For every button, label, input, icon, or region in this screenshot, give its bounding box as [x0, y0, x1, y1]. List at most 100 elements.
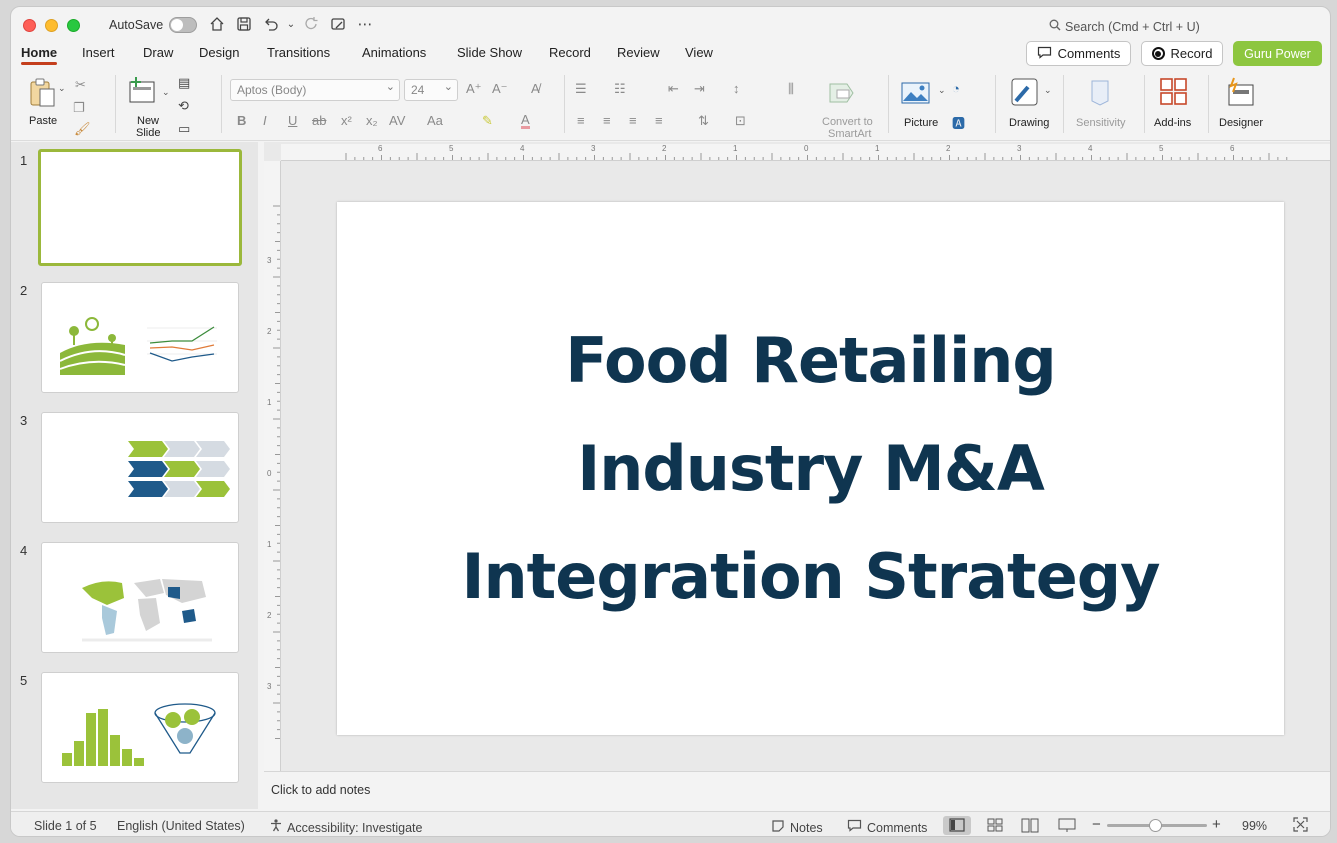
save-icon[interactable]	[235, 16, 253, 34]
reading-view-button[interactable]	[1016, 816, 1044, 835]
designer-icon[interactable]	[1225, 77, 1255, 107]
ruler-label: 4	[1088, 144, 1093, 153]
record-label: Record	[1170, 46, 1213, 61]
tab-draw[interactable]: Draw	[143, 45, 173, 60]
close-window-button[interactable]	[23, 19, 36, 32]
ruler-label: 1	[267, 540, 272, 549]
autosave-toggle[interactable]	[169, 17, 197, 33]
accessibility-status[interactable]: Accessibility: Investigate	[269, 819, 422, 835]
slideshow-button[interactable]	[1053, 816, 1081, 835]
picture-dropdown-icon[interactable]: ⌄	[938, 85, 946, 96]
new-slide-icon[interactable]	[128, 77, 158, 105]
zoom-slider-handle[interactable]	[1149, 819, 1162, 832]
character-spacing-icon: AV	[389, 113, 406, 128]
notes-icon	[771, 819, 785, 835]
tab-slide-show[interactable]: Slide Show	[457, 45, 522, 60]
search-box[interactable]: Search (Cmd + Ctrl + U)	[1049, 19, 1200, 34]
tab-home[interactable]: Home	[21, 45, 58, 65]
tab-insert[interactable]: Insert	[82, 45, 115, 60]
align-left-icon: ≡	[577, 113, 585, 128]
notes-toggle[interactable]: Notes	[771, 819, 823, 835]
shapes-icon[interactable]: ◔	[952, 81, 960, 96]
zoom-level[interactable]: 99%	[1242, 819, 1267, 833]
more-icon[interactable]: ⋯	[356, 16, 374, 34]
reset-icon[interactable]: ⟲	[178, 98, 189, 114]
subscript-icon: x₂	[366, 113, 378, 128]
line-spacing-icon: ↕	[733, 81, 740, 96]
fit-to-window-icon[interactable]	[1293, 817, 1308, 835]
ruler-label: 5	[449, 144, 454, 153]
slide-thumbnail-4[interactable]	[41, 542, 239, 653]
paste-icon[interactable]	[25, 77, 61, 109]
slide-number: 1	[20, 153, 28, 168]
search-icon	[1049, 19, 1061, 34]
zoom-in-icon[interactable]: +	[1212, 816, 1221, 833]
section-icon[interactable]: ▭	[178, 121, 190, 137]
search-placeholder: Search (Cmd + Ctrl + U)	[1065, 20, 1200, 34]
comments-status-label: Comments	[867, 821, 928, 835]
ruler-label: 2	[946, 144, 951, 153]
ruler-label: 0	[267, 469, 272, 478]
minimize-window-button[interactable]	[45, 19, 58, 32]
slide-number: 2	[20, 283, 28, 298]
increase-font-icon: A⁺	[466, 81, 482, 96]
tab-design[interactable]: Design	[199, 45, 239, 60]
undo-dropdown-icon[interactable]: ⌄	[282, 16, 300, 34]
font-size-combo[interactable]: 24	[404, 79, 458, 101]
ruler-label: 4	[520, 144, 525, 153]
present-icon[interactable]	[329, 16, 347, 34]
addins-icon[interactable]	[1159, 77, 1189, 107]
tab-record[interactable]: Record	[549, 45, 591, 60]
comments-label: Comments	[1057, 46, 1121, 61]
cut-icon: ✂	[75, 77, 86, 92]
home-icon[interactable]	[208, 16, 226, 34]
horizontal-ruler: 6 5 4 3 2 1 0 1 2 3 4 5 6	[281, 144, 1330, 161]
change-case-icon: Aa	[427, 113, 443, 128]
slide-thumbnail-2[interactable]	[41, 282, 239, 393]
tab-transitions[interactable]: Transitions	[267, 45, 330, 60]
picture-icon[interactable]	[901, 81, 931, 105]
drawing-label: Drawing	[1009, 117, 1050, 129]
undo-icon[interactable]	[262, 16, 280, 34]
clear-format-icon: A̸	[531, 81, 540, 96]
drawing-dropdown-icon[interactable]: ⌄	[1044, 85, 1052, 96]
ruler-label: 1	[267, 398, 272, 407]
slide-thumbnail-1[interactable]	[38, 149, 242, 266]
textbox-icon[interactable]: 🅰	[952, 113, 965, 132]
font-name-combo[interactable]: Aptos (Body)	[230, 79, 400, 101]
redo-icon	[303, 16, 321, 34]
ruler-label: 3	[591, 144, 596, 153]
comments-button[interactable]: Comments	[1026, 41, 1131, 66]
paste-label: Paste	[29, 115, 58, 127]
superscript-icon: x²	[341, 113, 352, 128]
comments-toggle[interactable]: Comments	[847, 819, 927, 835]
tab-review[interactable]: Review	[617, 45, 660, 60]
slide-title-line-3: Integration Strategy	[461, 540, 1160, 613]
status-bar: Slide 1 of 5 English (United States) Acc…	[11, 811, 1330, 836]
paste-dropdown-icon[interactable]: ⌄	[58, 83, 66, 94]
current-slide-canvas[interactable]: Food Retailing Industry M&A Integration …	[337, 202, 1284, 735]
layout-icon[interactable]: ▤	[178, 75, 190, 91]
format-painter-icon[interactable]: 🖌	[74, 121, 91, 137]
ruler-label: 2	[267, 611, 272, 620]
slide-thumbnail-3[interactable]	[41, 412, 239, 523]
tab-animations[interactable]: Animations	[362, 45, 426, 60]
language-status[interactable]: English (United States)	[117, 819, 245, 833]
drawing-icon[interactable]	[1010, 77, 1040, 109]
record-button[interactable]: Record	[1141, 41, 1223, 66]
slide-title-line-2: Industry M&A	[577, 432, 1045, 505]
tab-view[interactable]: View	[685, 45, 713, 60]
zoom-out-icon[interactable]: −	[1092, 816, 1101, 833]
zoom-window-button[interactable]	[67, 19, 80, 32]
slide-thumbnail-5[interactable]	[41, 672, 239, 783]
font-color-icon: A	[521, 112, 530, 129]
autosave-label: AutoSave	[109, 18, 164, 32]
new-slide-dropdown-icon[interactable]: ⌄	[162, 87, 170, 98]
notes-pane[interactable]: Click to add notes	[264, 771, 1330, 809]
slide-sorter-button[interactable]	[981, 816, 1009, 835]
bold-icon: B	[237, 113, 247, 128]
normal-view-button[interactable]	[943, 816, 971, 835]
guru-power-button[interactable]: Guru Power	[1233, 41, 1322, 66]
slide-title[interactable]: Food Retailing Industry M&A Integration …	[337, 307, 1284, 631]
new-slide-label-2: Slide	[136, 127, 161, 139]
